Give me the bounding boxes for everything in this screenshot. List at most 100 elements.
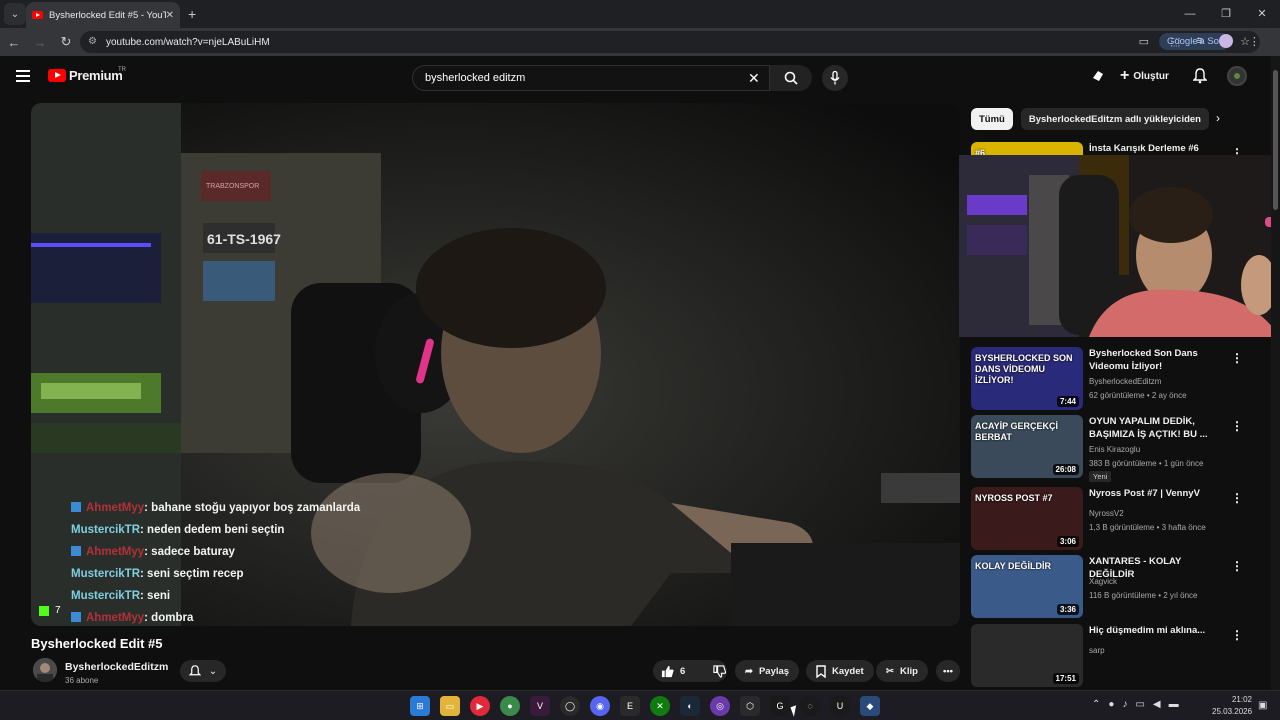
app-diamond-icon[interactable]: ◆ — [860, 696, 880, 716]
recommendation-channel[interactable]: NyrossV2 — [1089, 509, 1124, 518]
new-tab-icon[interactable]: + — [188, 6, 196, 22]
notifications-bell-icon[interactable] — [1192, 68, 1207, 84]
scrollbar-thumb[interactable] — [1273, 70, 1278, 210]
recommendation-title[interactable]: Nyross Post #7 | VennyV — [1089, 487, 1217, 500]
media-player-icon[interactable]: ▶ — [470, 696, 490, 716]
chat-line: AhmetMyy: dombra — [71, 607, 360, 626]
video-player[interactable]: 61-TS-1967 TRABZONSPOR AhmetMyy: bahane … — [31, 103, 960, 626]
recommendation-title[interactable]: Hiç düşmedim mi aklına... — [1089, 624, 1217, 637]
wall-plate-text: 61-TS-1967 — [207, 231, 281, 247]
more-vertical-icon[interactable]: ⋮ — [1231, 628, 1243, 642]
recommendation-item[interactable]: 17:51 Hiç düşmedim mi aklına... sarp ⋮ — [971, 624, 1261, 688]
app-v-icon[interactable]: V — [530, 696, 550, 716]
save-button[interactable]: Kaydet — [806, 660, 874, 682]
tab-close-icon[interactable]: ✕ — [166, 10, 174, 21]
chrome-icon[interactable]: ● — [500, 696, 520, 716]
recommendation-channel[interactable]: sarp — [1089, 646, 1105, 655]
search-input[interactable]: bysherlocked editzm — [412, 65, 770, 91]
app-ring-icon[interactable]: ◌ — [800, 696, 820, 716]
subscription-bell-button[interactable]: ⌄ — [180, 660, 226, 682]
cast-icon[interactable]: ▭ — [1139, 35, 1149, 48]
file-explorer-icon[interactable]: ▭ — [440, 696, 460, 716]
tab-search-button[interactable]: ⌄ — [4, 3, 26, 25]
recommendation-title[interactable]: İnsta Karışık Derleme #6 — [1089, 142, 1217, 155]
system-tray: ⌃ ● ♪ ▭ ◀ ▬ — [1092, 699, 1179, 710]
tray-app-icon[interactable]: ● — [1108, 699, 1114, 710]
discord-icon[interactable]: ◉ — [590, 696, 610, 716]
account-avatar[interactable] — [1226, 66, 1247, 86]
page-scrollbar[interactable] — [1271, 56, 1280, 690]
app-g-icon[interactable]: G — [770, 696, 790, 716]
picture-in-picture-overlay[interactable] — [959, 155, 1280, 337]
reload-icon[interactable]: ↻ — [54, 34, 78, 50]
recommendation-thumbnail[interactable]: NYROSS POST #7 3:06 — [971, 487, 1083, 550]
tray-volume-icon[interactable]: ◀ — [1153, 699, 1161, 710]
cast-or-create-icon[interactable] — [1090, 68, 1106, 84]
tray-expand-icon[interactable]: ⌃ — [1092, 699, 1100, 710]
app-circle-icon[interactable]: ◯ — [560, 696, 580, 716]
tray-battery-icon[interactable]: ▬ — [1169, 699, 1179, 710]
chip-from-uploader[interactable]: BysherlockedEditzm adlı yükleyiciden — [1020, 108, 1209, 130]
channel-avatar[interactable] — [33, 658, 57, 682]
more-vertical-icon[interactable]: ⋮ — [1231, 351, 1243, 365]
recommendation-item[interactable]: KOLAY DEĞİLDİR 3:36 XANTARES - KOLAY DEĞİL… — [971, 555, 1261, 619]
recommendation-thumbnail[interactable]: ACAYİP GERÇEKÇİ BERBAT 26:08 — [971, 415, 1083, 478]
more-vertical-icon[interactable]: ⋮ — [1231, 491, 1243, 505]
clear-search-icon[interactable]: ✕ — [748, 70, 760, 87]
more-actions-button[interactable]: ••• — [936, 660, 960, 682]
app-purple-icon[interactable]: ◎ — [710, 696, 730, 716]
profile-avatar[interactable] — [1218, 34, 1233, 48]
taskbar-clock[interactable]: 21:02 25.03.2026 — [1212, 694, 1252, 718]
xbox-icon[interactable]: ✕ — [650, 696, 670, 716]
clip-button[interactable]: ✂ Klip — [876, 660, 928, 682]
back-icon[interactable]: ← — [2, 35, 26, 50]
forward-icon[interactable]: → — [28, 35, 52, 50]
epic-games-icon[interactable]: E — [620, 696, 640, 716]
thumbs-up-icon — [661, 665, 674, 677]
windows-start-icon[interactable]: ⊞ — [410, 696, 430, 716]
recommendation-channel[interactable]: Enis Kirazoglu — [1089, 445, 1140, 454]
viewer-count-value: 7 — [55, 605, 61, 616]
recommendation-thumbnail[interactable]: 17:51 — [971, 624, 1083, 687]
reading-list-icon[interactable]: ≡ — [1196, 35, 1202, 47]
create-button[interactable]: + Oluştur — [1120, 67, 1169, 85]
minimize-icon[interactable]: — — [1172, 0, 1208, 28]
recommendation-item[interactable]: ACAYİP GERÇEKÇİ BERBAT 26:08 OYUN YAPALIM … — [971, 415, 1261, 482]
recommendation-title[interactable]: OYUN YAPALIM DEDİK, BAŞIMIZA İŞ AÇTIK! B… — [1089, 415, 1217, 441]
recommendation-channel[interactable]: BysherlockedEditzm — [1089, 377, 1161, 386]
dislike-button[interactable] — [705, 660, 734, 682]
browser-tab[interactable]: Bysherlocked Edit #5 - YouTube ✕ — [26, 2, 180, 28]
menu-icon[interactable] — [16, 70, 30, 82]
tray-mic-icon[interactable]: ♪ — [1122, 699, 1127, 710]
steam-icon[interactable]: ◐ — [680, 696, 700, 716]
unreal-icon[interactable]: U — [830, 696, 850, 716]
tray-network-icon[interactable]: ▭ — [1135, 699, 1144, 710]
restore-icon[interactable]: ❐ — [1208, 0, 1244, 28]
notification-center-icon[interactable]: ▣ — [1258, 700, 1267, 711]
like-button[interactable]: 6 — [653, 660, 693, 682]
search-value: bysherlocked editzm — [425, 72, 526, 84]
recommendation-item[interactable]: BYSHERLOCKED SON DANS VİDEOMU İZLİYOR! 7:… — [971, 347, 1261, 411]
chip-all[interactable]: Tümü — [971, 108, 1013, 130]
video-title: Bysherlocked Edit #5 — [31, 636, 163, 651]
more-vertical-icon[interactable]: ⋮ — [1231, 559, 1243, 573]
chevron-right-icon[interactable]: › — [1216, 111, 1220, 125]
recommendation-item[interactable]: NYROSS POST #7 3:06 Nyross Post #7 | Venny… — [971, 487, 1261, 551]
youtube-logo[interactable]: Premium — [48, 68, 123, 83]
recommendation-title[interactable]: Bysherlocked Son Dans Videomu İzliyor! — [1089, 347, 1217, 373]
search-button[interactable] — [770, 65, 812, 91]
share-button[interactable]: ➦ Paylaş — [735, 660, 800, 682]
channel-name[interactable]: BysherlockedEditzm — [65, 661, 168, 673]
app-hex-icon[interactable]: ⬡ — [740, 696, 760, 716]
address-bar[interactable]: ⚙ youtube.com/watch?v=njeLABuLiHM ▭ Goog… — [80, 31, 1260, 53]
extensions-icon[interactable]: ⬚ — [1170, 35, 1180, 48]
site-info-icon[interactable]: ⚙ — [88, 36, 100, 48]
recommendation-thumbnail[interactable]: KOLAY DEĞİLDİR 3:36 — [971, 555, 1083, 618]
browser-menu-icon[interactable]: ⋮ — [1249, 35, 1260, 48]
recommendation-thumbnail[interactable]: BYSHERLOCKED SON DANS VİDEOMU İZLİYOR! 7:… — [971, 347, 1083, 410]
close-icon[interactable]: ✕ — [1244, 0, 1280, 28]
recommendation-meta: 62 görüntüleme • 2 ay önce — [1089, 391, 1187, 400]
voice-search-button[interactable] — [822, 65, 848, 91]
more-vertical-icon[interactable]: ⋮ — [1231, 419, 1243, 433]
recommendation-channel[interactable]: Xagvick — [1089, 577, 1117, 586]
